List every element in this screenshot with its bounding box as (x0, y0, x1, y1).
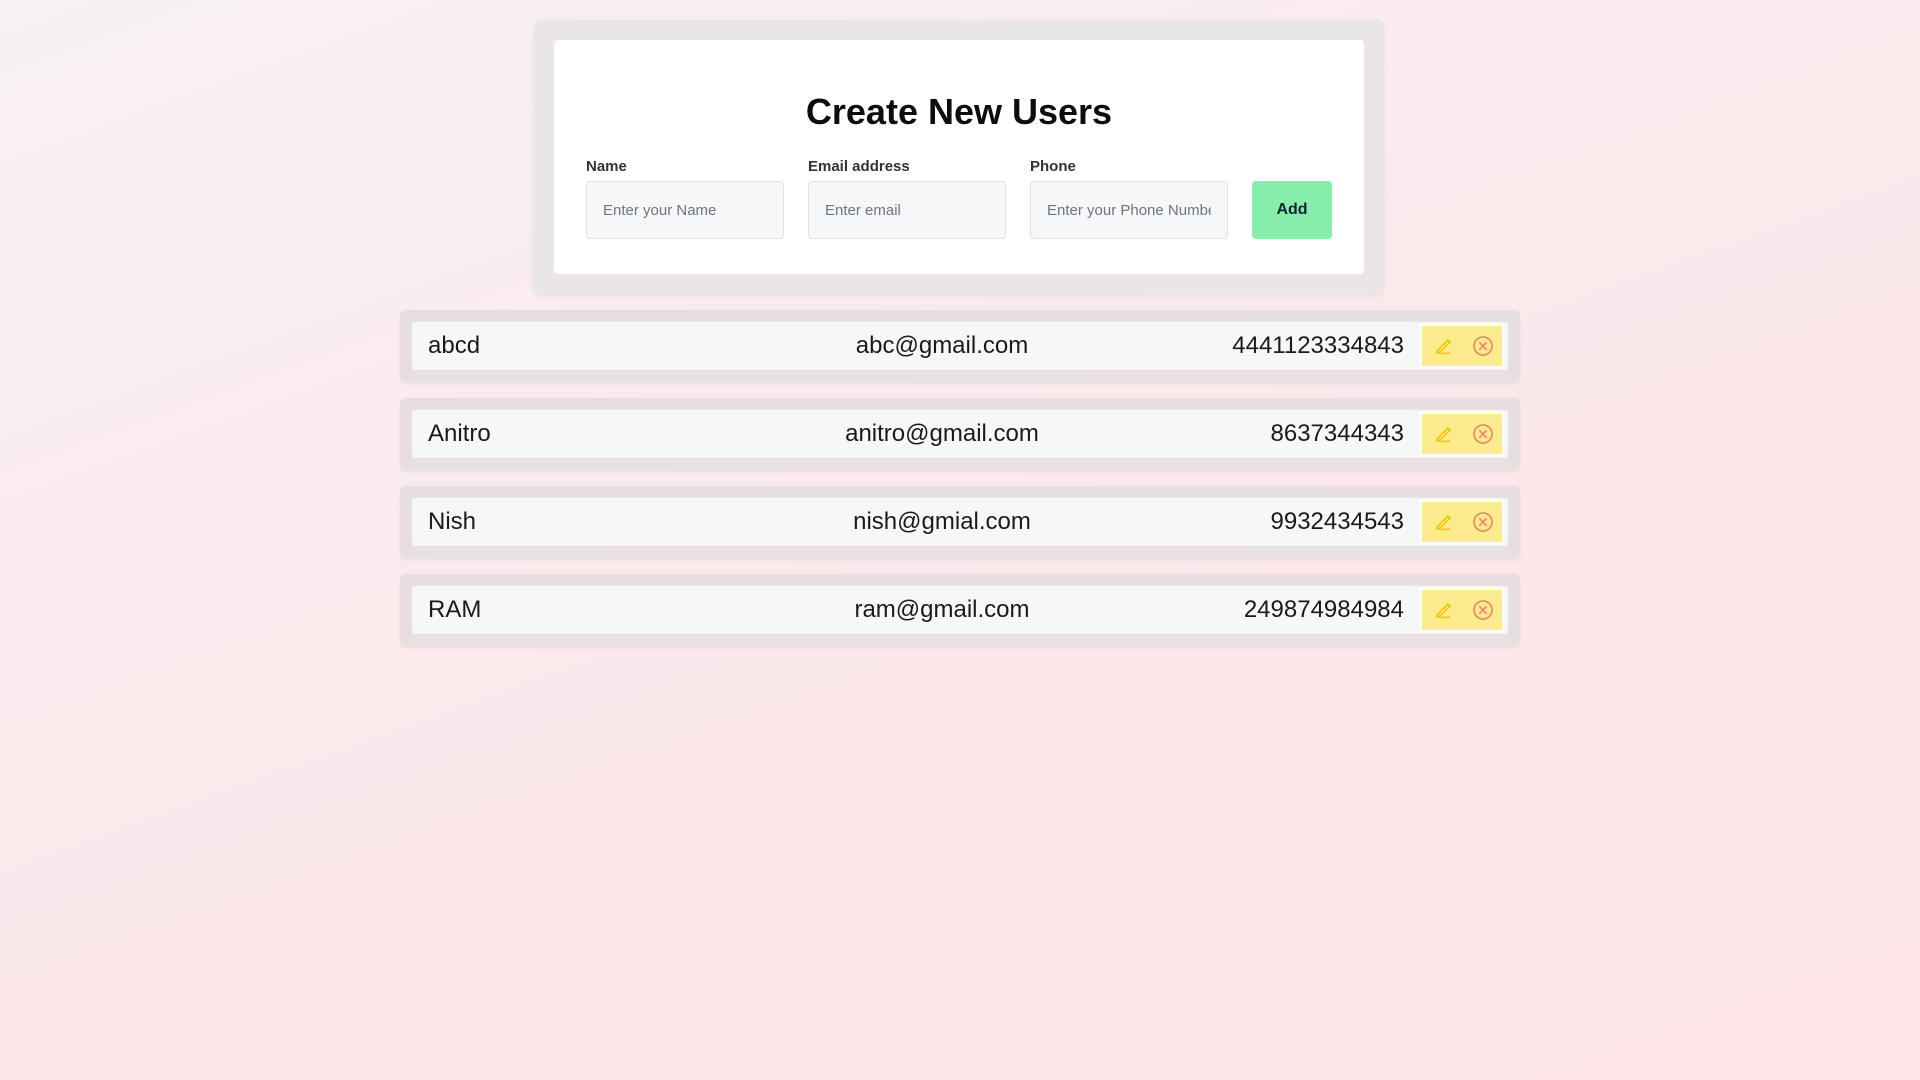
name-label: Name (586, 158, 627, 175)
add-button[interactable]: Add (1252, 181, 1332, 239)
user-name: abcd (428, 332, 481, 359)
user-row: RAM ram@gmail.com 249874984984 (412, 586, 1508, 634)
page-title: Create New Users (805, 91, 1113, 132)
user-email: anitro@gmail.com (845, 420, 1039, 447)
email-field-group: Email address (808, 158, 1006, 239)
user-email: nish@gmial.com (853, 508, 1031, 535)
user-phone: 4441123334843 (1232, 332, 1404, 359)
user-row: Nish nish@gmial.com 9932434543 (412, 498, 1508, 546)
user-phone: 249874984984 (1243, 596, 1404, 623)
phone-input[interactable] (1030, 181, 1228, 239)
row-actions (1420, 588, 1504, 632)
email-input[interactable] (808, 181, 1006, 239)
edit-icon[interactable] (1432, 510, 1456, 534)
user-phone: 9932434543 (1270, 508, 1404, 535)
create-user-panel: Create New Users Name Email address Phon… (534, 20, 1384, 294)
user-name: Anitro (428, 420, 491, 447)
name-input[interactable] (586, 181, 784, 239)
user-list: abcd abc@gmail.com 4441123334843 Anitro … (400, 310, 1520, 662)
create-user-card: Create New Users Name Email address Phon… (554, 40, 1364, 274)
user-row-frame: abcd abc@gmail.com 4441123334843 (400, 310, 1520, 382)
user-row: Anitro anitro@gmail.com 8637344343 (412, 410, 1508, 458)
edit-icon[interactable] (1432, 598, 1456, 622)
edit-icon[interactable] (1432, 422, 1456, 446)
user-row-frame: RAM ram@gmail.com 249874984984 (400, 574, 1520, 646)
user-row-frame: Nish nish@gmial.com 9932434543 (400, 486, 1520, 558)
user-email: ram@gmail.com (854, 596, 1030, 623)
user-name: RAM (428, 596, 482, 623)
delete-icon[interactable] (1471, 510, 1495, 534)
delete-icon[interactable] (1471, 598, 1495, 622)
name-field-group: Name (586, 158, 784, 239)
phone-field-group: Phone (1030, 158, 1228, 239)
row-actions (1420, 412, 1504, 456)
user-row: abcd abc@gmail.com 4441123334843 (412, 322, 1508, 370)
email-label: Email address (808, 158, 910, 175)
user-name: Nish (428, 508, 477, 535)
row-actions (1420, 324, 1504, 368)
user-phone: 8637344343 (1270, 420, 1404, 447)
user-row-frame: Anitro anitro@gmail.com 8637344343 (400, 398, 1520, 470)
row-actions (1420, 500, 1504, 544)
delete-icon[interactable] (1471, 422, 1495, 446)
user-email: abc@gmail.com (855, 332, 1029, 359)
phone-label: Phone (1030, 158, 1076, 175)
delete-icon[interactable] (1471, 334, 1495, 358)
edit-icon[interactable] (1432, 334, 1456, 358)
